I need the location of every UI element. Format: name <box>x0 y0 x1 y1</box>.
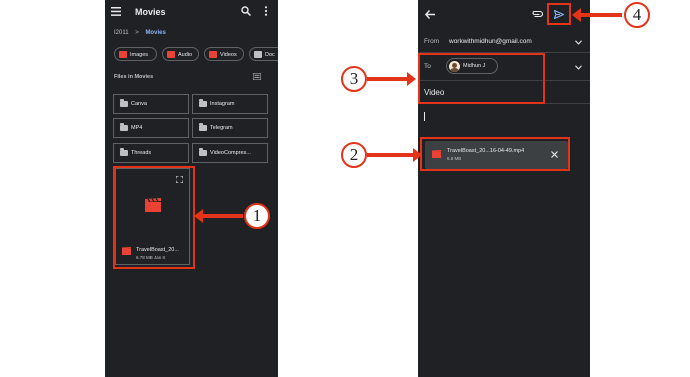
folder-canva[interactable]: Canva <box>113 94 189 114</box>
chip-videos[interactable]: Videos <box>204 47 244 61</box>
folder-name: VideoCompres... <box>210 150 251 156</box>
folder-icon <box>120 148 128 156</box>
chip-audio[interactable]: Audio <box>162 47 199 61</box>
folder-name: MP4 <box>131 125 143 131</box>
document-icon <box>254 51 262 58</box>
chip-label: Videos <box>220 52 237 58</box>
menu-icon[interactable] <box>111 7 121 16</box>
folder-threads[interactable]: Threads <box>113 143 189 163</box>
chip-label: Audio <box>178 52 193 58</box>
folder-icon <box>120 99 128 107</box>
back-arrow-icon[interactable] <box>425 10 435 19</box>
arrow-to-video-file <box>194 209 243 223</box>
folder-icon <box>199 99 207 107</box>
breadcrumb-root[interactable]: I2011 <box>114 30 129 36</box>
highlight-box-send <box>547 3 571 25</box>
attach-icon[interactable] <box>532 10 543 18</box>
callout-1: 1 <box>244 203 270 229</box>
folder-name: Threads <box>131 150 152 156</box>
folder-icon <box>199 148 207 156</box>
arrow-to-send <box>572 8 622 22</box>
section-label: Files in Movies <box>114 74 154 80</box>
search-icon[interactable] <box>241 6 251 16</box>
audio-icon <box>167 51 175 58</box>
page-title: Movies <box>135 7 166 17</box>
from-label: From <box>424 38 440 45</box>
chevron-down-icon[interactable] <box>575 65 582 70</box>
from-address[interactable]: workwithmidhun@gmail.com <box>449 38 532 45</box>
breadcrumb-current: Movies <box>145 30 166 36</box>
folder-name: Instagram <box>210 101 235 107</box>
callout-4: 4 <box>624 2 650 28</box>
highlight-box-video-file <box>113 166 195 269</box>
breadcrumb: I2011 > Movies <box>114 30 166 36</box>
video-icon <box>209 51 217 58</box>
chip-label: Images <box>130 52 149 58</box>
callout-3: 3 <box>341 66 367 92</box>
breadcrumb-separator: > <box>135 30 139 36</box>
arrow-to-attachment <box>367 148 422 162</box>
folder-mp4[interactable]: MP4 <box>113 118 189 138</box>
body-cursor[interactable] <box>424 112 425 121</box>
folder-videocompress[interactable]: VideoCompres... <box>192 143 268 163</box>
chevron-down-icon[interactable] <box>575 40 582 45</box>
more-vert-icon[interactable] <box>264 6 268 16</box>
list-view-icon[interactable] <box>253 73 261 80</box>
arrow-to-recipient <box>367 72 416 86</box>
folder-name: Telegram <box>210 125 233 131</box>
folder-icon <box>199 123 207 131</box>
chip-label: Doc <box>265 52 275 58</box>
folder-name: Canva <box>131 101 147 107</box>
callout-2: 2 <box>341 142 367 168</box>
highlight-box-recipient-subject <box>418 53 545 104</box>
folder-instagram[interactable]: Instagram <box>192 94 268 114</box>
folder-icon <box>120 123 128 131</box>
highlight-box-attachment <box>420 137 570 171</box>
chip-images[interactable]: Images <box>114 47 157 61</box>
folder-telegram[interactable]: Telegram <box>192 118 268 138</box>
chip-documents[interactable]: Doc <box>249 47 278 61</box>
image-icon <box>119 51 127 58</box>
